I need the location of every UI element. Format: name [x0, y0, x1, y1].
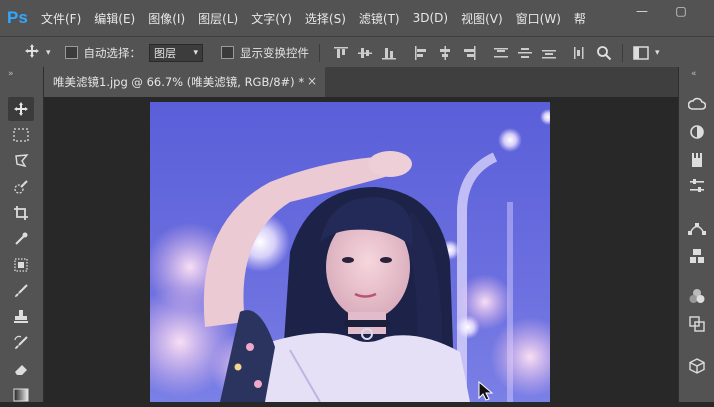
menu-window[interactable]: 窗口(W) — [516, 10, 561, 27]
align-right-icon[interactable] — [462, 45, 476, 60]
collapse-icon[interactable]: » — [8, 69, 13, 79]
maximize-button[interactable]: ▢ — [669, 0, 693, 22]
marquee-icon[interactable] — [8, 123, 34, 147]
divider — [319, 43, 321, 62]
collapse-icon[interactable]: « — [691, 69, 696, 79]
auto-select-dropdown[interactable]: 图层 ▾ — [149, 43, 204, 62]
stamp-icon[interactable] — [8, 305, 34, 329]
move-icon[interactable] — [8, 97, 34, 121]
chevron-down-icon[interactable]: ▾ — [46, 48, 51, 58]
lasso-icon[interactable] — [8, 149, 34, 173]
chevron-down-icon[interactable]: ▾ — [655, 48, 660, 58]
auto-select-value: 图层 — [154, 46, 177, 60]
document-tab-title: 唯美滤镜1.jpg @ 66.7% (唯美滤镜, RGB/8#) * — [53, 75, 305, 89]
align-hcenter-icon[interactable] — [438, 45, 452, 60]
menu-layer[interactable]: 图层(L) — [198, 10, 238, 27]
divider — [622, 43, 624, 62]
properties-icon[interactable] — [685, 175, 709, 197]
document-tab-bar: 唯美滤镜1.jpg @ 66.7% (唯美滤镜, RGB/8#) * × — [44, 67, 678, 97]
menu-select[interactable]: 选择(S) — [305, 10, 346, 27]
patch-icon[interactable] — [8, 253, 34, 277]
main-menu: 文件(F) 编辑(E) 图像(I) 图层(L) 文字(Y) 选择(S) 滤镜(T… — [41, 0, 599, 36]
creative-cloud-icon[interactable] — [685, 93, 709, 115]
close-icon[interactable]: × — [307, 74, 317, 88]
channels-icon[interactable] — [685, 285, 709, 307]
eraser-icon[interactable] — [8, 357, 34, 381]
distribute-vcenter-icon[interactable] — [518, 46, 533, 60]
paths-icon[interactable] — [685, 217, 709, 239]
menu-edit[interactable]: 编辑(E) — [94, 10, 135, 27]
adjustments-icon[interactable] — [685, 121, 709, 143]
cube-icon[interactable] — [685, 355, 709, 377]
menu-bar: Ps 文件(F) 编辑(E) 图像(I) 图层(L) 文字(Y) 选择(S) 滤… — [0, 0, 714, 36]
right-panel-dock: « — [678, 67, 714, 402]
menu-3d[interactable]: 3D(D) — [413, 11, 448, 25]
menu-help[interactable]: 帮 — [574, 10, 586, 27]
brush-icon[interactable] — [8, 279, 34, 303]
align-buttons — [334, 45, 612, 61]
align-bottom-icon[interactable] — [382, 46, 397, 60]
transform-icon[interactable] — [685, 313, 709, 335]
canvas-area[interactable] — [44, 97, 678, 402]
auto-select-checkbox[interactable] — [64, 46, 78, 59]
distribute-bottom-icon[interactable] — [542, 46, 557, 60]
show-transform-checkbox[interactable] — [221, 46, 235, 59]
tools-panel: » — [0, 67, 44, 402]
distribute-top-icon[interactable] — [494, 46, 509, 60]
menu-image[interactable]: 图像(I) — [148, 10, 185, 27]
workspace-icon[interactable] — [633, 45, 649, 60]
align-top-icon[interactable] — [334, 46, 349, 60]
align-vcenter-icon[interactable] — [358, 46, 373, 60]
menu-file[interactable]: 文件(F) — [41, 10, 81, 27]
menu-filter[interactable]: 滤镜(T) — [359, 10, 400, 27]
align-left-icon[interactable] — [414, 45, 428, 60]
document-image[interactable] — [150, 102, 550, 402]
move-tool-preset-icon[interactable] — [24, 43, 40, 63]
minimize-button[interactable]: — — [630, 0, 654, 22]
show-transform-label: 显示变换控件 — [240, 45, 310, 60]
auto-select-label: 自动选择： — [83, 45, 142, 60]
cursor-icon — [478, 380, 494, 401]
3d-layers-icon[interactable] — [685, 245, 709, 267]
menu-view[interactable]: 视图(V) — [461, 10, 503, 27]
crop-icon[interactable] — [8, 201, 34, 225]
gradient-icon[interactable] — [8, 383, 34, 407]
history-brush-icon[interactable] — [8, 331, 34, 355]
libraries-icon[interactable] — [685, 149, 709, 171]
menu-type[interactable]: 文字(Y) — [251, 10, 292, 27]
distribute-horizontal-icon[interactable] — [572, 46, 586, 60]
app-logo: Ps — [7, 8, 28, 27]
search-icon[interactable] — [596, 45, 612, 61]
chevron-down-icon: ▾ — [193, 47, 199, 58]
document-tab[interactable]: 唯美滤镜1.jpg @ 66.7% (唯美滤镜, RGB/8#) * × — [44, 67, 325, 97]
eyedropper-icon[interactable] — [8, 227, 34, 251]
options-bar: ▾ 自动选择： 图层 ▾ 显示变换控件 ▾ — [0, 36, 714, 68]
quick-select-icon[interactable] — [8, 175, 34, 199]
